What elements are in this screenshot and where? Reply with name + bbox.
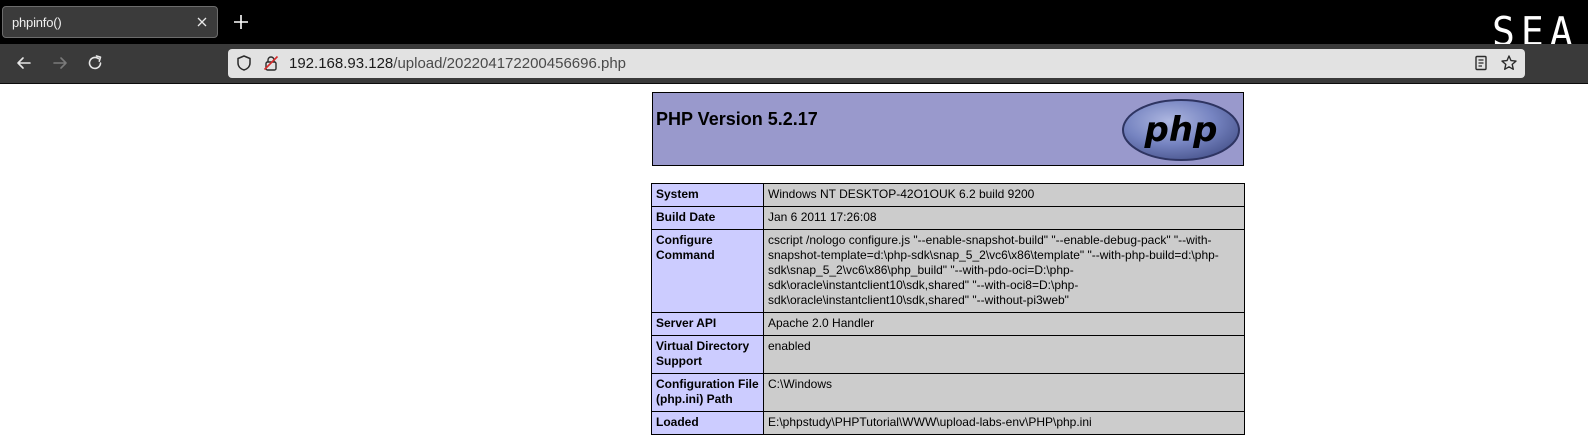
table-row: Server API Apache 2.0 Handler xyxy=(651,312,1245,336)
tab-bar: phpinfo() SEA xyxy=(0,0,1588,53)
row-label: Loaded xyxy=(651,411,764,435)
url-text[interactable]: 192.168.93.128/upload/202204172200456696… xyxy=(289,55,626,72)
php-version-header: PHP Version 5.2.17 php xyxy=(652,92,1244,166)
close-icon[interactable] xyxy=(193,13,211,31)
row-label: Configure Command xyxy=(651,229,764,313)
row-value: C:\Windows xyxy=(763,373,1245,412)
php-logo[interactable]: php xyxy=(1120,97,1242,163)
table-row: Virtual Directory Support enabled xyxy=(651,335,1245,374)
url-path: /upload/202204172200456696.php xyxy=(393,55,627,72)
tab-title: phpinfo() xyxy=(12,15,62,30)
arrow-right-icon[interactable] xyxy=(50,53,70,73)
row-value: Jan 6 2011 17:26:08 xyxy=(763,206,1245,230)
address-bar[interactable]: 192.168.93.128/upload/202204172200456696… xyxy=(228,49,1525,78)
row-label: Server API xyxy=(651,312,764,336)
plus-icon[interactable] xyxy=(231,12,251,32)
table-row: Loaded E:\phpstudy\PHPTutorial\WWW\uploa… xyxy=(651,411,1245,435)
row-label: Configuration File (php.ini) Path xyxy=(651,373,764,412)
php-info-table: System Windows NT DESKTOP-42O1OUK 6.2 bu… xyxy=(651,183,1245,435)
table-row: System Windows NT DESKTOP-42O1OUK 6.2 bu… xyxy=(651,183,1245,207)
table-row: Build Date Jan 6 2011 17:26:08 xyxy=(651,206,1245,230)
table-row: Configuration File (php.ini) Path C:\Win… xyxy=(651,373,1245,412)
insecure-lock-icon[interactable] xyxy=(262,54,280,72)
table-row: Configure Command cscript /nologo config… xyxy=(651,229,1245,313)
reload-icon[interactable] xyxy=(85,53,105,73)
tab-phpinfo[interactable]: phpinfo() xyxy=(2,6,218,38)
toolbar-divider xyxy=(0,83,1588,84)
row-value: Apache 2.0 Handler xyxy=(763,312,1245,336)
row-label: System xyxy=(651,183,764,207)
reader-view-icon[interactable] xyxy=(1472,54,1490,72)
row-value: enabled xyxy=(763,335,1245,374)
arrow-left-icon[interactable] xyxy=(14,53,34,73)
row-label: Virtual Directory Support xyxy=(651,335,764,374)
star-icon[interactable] xyxy=(1500,54,1518,72)
row-label: Build Date xyxy=(651,206,764,230)
row-value: E:\phpstudy\PHPTutorial\WWW\upload-labs-… xyxy=(763,411,1245,435)
php-logo-text: php xyxy=(1144,110,1218,150)
url-host: 192.168.93.128 xyxy=(289,55,394,72)
shield-icon[interactable] xyxy=(235,54,253,72)
row-value: cscript /nologo configure.js "--enable-s… xyxy=(763,229,1245,313)
page-title: PHP Version 5.2.17 xyxy=(656,109,818,129)
row-value: Windows NT DESKTOP-42O1OUK 6.2 build 920… xyxy=(763,183,1245,207)
